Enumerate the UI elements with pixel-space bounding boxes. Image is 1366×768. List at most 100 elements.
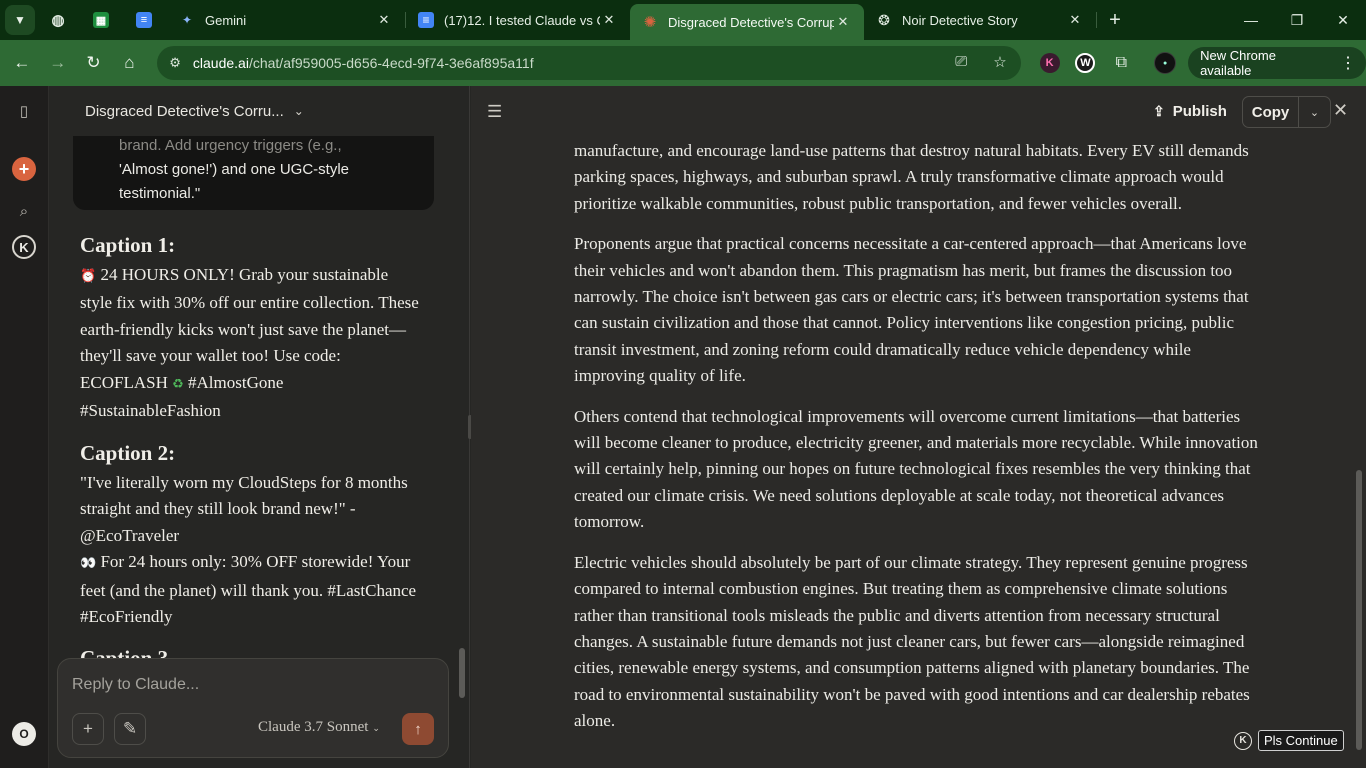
k-extension-icon: K bbox=[1039, 53, 1060, 73]
forward-button[interactable]: → bbox=[40, 45, 76, 81]
chat-scrollbar[interactable] bbox=[459, 648, 465, 698]
globe-icon: ◍ bbox=[51, 12, 65, 29]
copy-options-button[interactable]: ⌄ bbox=[1299, 97, 1330, 127]
caption-2-body: 👀 For 24 hours only: 30% OFF storewide! … bbox=[80, 549, 420, 630]
artifact-article: manufacture, and encourage land-use patt… bbox=[574, 138, 1259, 749]
publish-button[interactable]: ⇪ Publish bbox=[1153, 100, 1227, 122]
tab-noir-story[interactable]: ❂ Noir Detective Story ✕ bbox=[864, 0, 1096, 40]
tab-title: Gemini bbox=[205, 12, 247, 28]
close-icon: ✕ bbox=[1333, 100, 1349, 120]
user-avatar[interactable]: O bbox=[12, 722, 36, 746]
chevron-down-icon: ⌄ bbox=[293, 104, 304, 118]
close-icon[interactable]: ✕ bbox=[1066, 12, 1084, 28]
sheets-icon: ▦ bbox=[93, 12, 109, 28]
new-chat-button[interactable]: + bbox=[12, 157, 36, 181]
close-icon[interactable]: ✕ bbox=[834, 14, 852, 30]
artifact-panel: ☰ ⇪ Publish Copy ⌄ ✕ manufacture, and en… bbox=[471, 86, 1366, 768]
caption-2-heading: Caption 2: bbox=[80, 441, 176, 465]
extension-k[interactable]: K bbox=[1035, 48, 1065, 78]
publish-label: Publish bbox=[1172, 102, 1227, 120]
copy-button-group: Copy ⌄ bbox=[1242, 96, 1331, 128]
tab-claude-active[interactable]: ✺ Disgraced Detective's Corrupt C ✕ bbox=[630, 4, 864, 40]
arrow-left-icon: ← bbox=[13, 53, 31, 72]
extensions-button[interactable]: ⧉ bbox=[1106, 48, 1136, 78]
plus-icon: + bbox=[1109, 8, 1121, 31]
new-chrome-label: New Chrome available bbox=[1200, 48, 1276, 78]
model-selector[interactable]: Claude 3.7 Sonnet ⌄ bbox=[258, 719, 380, 736]
close-icon: ✕ bbox=[1337, 11, 1349, 28]
w-extension-icon: W bbox=[1075, 53, 1096, 73]
caption-1: Caption 1: ⏰ 24 HOURS ONLY! Grab your su… bbox=[80, 232, 420, 424]
article-paragraph: Proponents argue that practical concerns… bbox=[574, 234, 1249, 386]
attach-button[interactable]: + bbox=[72, 713, 104, 745]
site-info-icon[interactable]: ⚙ bbox=[169, 55, 181, 71]
caption-2-quote: "I've literally worn my CloudSteps for 8… bbox=[80, 473, 408, 545]
pinned-tab-sheets[interactable]: ▦ bbox=[81, 0, 121, 40]
new-chrome-available-button[interactable]: New Chrome available ⋮ bbox=[1188, 47, 1366, 79]
profile-avatar-icon: ● bbox=[1154, 52, 1177, 74]
recycle-icon: ♻ bbox=[172, 376, 184, 392]
extension-w[interactable]: W bbox=[1071, 48, 1101, 78]
kebab-menu-icon[interactable]: ⋮ bbox=[1340, 53, 1356, 73]
arrow-right-icon: → bbox=[49, 53, 67, 72]
caption-1-body: ⏰ 24 HOURS ONLY! Grab your sustainable s… bbox=[80, 262, 420, 424]
minimize-button[interactable]: — bbox=[1228, 0, 1274, 40]
reload-button[interactable]: ↻ bbox=[76, 45, 112, 81]
chevron-down-icon: ⌄ bbox=[1309, 106, 1320, 119]
home-icon: ⌂ bbox=[124, 53, 135, 72]
puzzle-icon: ⧉ bbox=[1115, 54, 1128, 71]
close-artifact-button[interactable]: ✕ bbox=[1333, 100, 1348, 121]
reply-input[interactable] bbox=[72, 673, 372, 697]
tab-gemini[interactable]: ✦ Gemini ✕ bbox=[167, 0, 405, 40]
copy-label: Copy bbox=[1251, 103, 1290, 121]
close-window-button[interactable]: ✕ bbox=[1320, 0, 1366, 40]
openai-icon: ❂ bbox=[878, 11, 890, 28]
restore-icon: ❐ bbox=[1290, 11, 1304, 28]
arrow-up-icon: ↑ bbox=[414, 720, 422, 738]
back-button[interactable]: ← bbox=[4, 45, 40, 81]
pinned-tab-docs[interactable]: ≡ bbox=[121, 0, 167, 40]
minimize-icon: — bbox=[1244, 12, 1258, 28]
browser-toolbar: ← → ↻ ⌂ ⚙ claude.ai/chat/af959005-d656-4… bbox=[0, 40, 1366, 86]
sidebar-toggle-icon[interactable]: ▯ bbox=[12, 99, 36, 123]
reply-composer: + ✎ Claude 3.7 Sonnet⌄ ↑ bbox=[57, 658, 449, 758]
eyes-icon: 👀 bbox=[80, 556, 97, 572]
gemini-icon: ✦ bbox=[181, 13, 193, 27]
tab-title: Noir Detective Story bbox=[902, 12, 1018, 28]
chevron-down-icon: ▼ bbox=[14, 13, 26, 27]
feather-icon: ✎ bbox=[122, 719, 138, 738]
chat-title-button[interactable]: Disgraced Detective's Corru... ⌄ bbox=[49, 86, 469, 136]
browser-tab-strip: ▼ ◍ ▦ ≡ ✦ Gemini ✕ ≡ (17)12. I tested Cl… bbox=[0, 0, 1366, 40]
article-paragraph: Electric vehicles should absolutely be p… bbox=[574, 552, 1250, 731]
restore-button[interactable]: ❐ bbox=[1274, 0, 1320, 40]
user-message-faded-line: brand. Add urgency triggers (e.g., bbox=[119, 137, 342, 154]
bookmark-star-icon[interactable]: ☆ bbox=[993, 53, 1006, 71]
plus-icon: + bbox=[83, 719, 93, 738]
artifact-scrollbar[interactable] bbox=[1356, 470, 1362, 750]
tab-doc-article[interactable]: ≡ (17)12. I tested Claude vs ChatG ✕ bbox=[406, 0, 630, 40]
table-of-contents-icon[interactable]: ☰ bbox=[487, 102, 502, 122]
tab-search-button[interactable]: ▼ bbox=[5, 5, 35, 35]
user-message-text: 'Almost gone!') and one UGC-style testim… bbox=[119, 161, 349, 202]
pls-continue-button[interactable]: Pls Continue bbox=[1258, 730, 1344, 751]
caption-1-heading: Caption 1: bbox=[80, 233, 176, 257]
profile-button[interactable]: ● bbox=[1150, 48, 1180, 78]
install-app-icon[interactable]: ⎚ bbox=[955, 53, 967, 70]
url-path: /chat/af959005-d656-4ecd-9f74-3e6af895a1… bbox=[248, 55, 534, 71]
tools-button[interactable]: ✎ bbox=[114, 713, 146, 745]
chat-title: Disgraced Detective's Corru... bbox=[85, 102, 284, 120]
caption-2-text: For 24 hours only: 30% OFF storewide! Yo… bbox=[80, 552, 417, 627]
home-button[interactable]: ⌂ bbox=[111, 45, 147, 81]
alarm-clock-icon: ⏰ bbox=[80, 269, 97, 284]
k-project-icon[interactable]: K bbox=[12, 235, 36, 259]
search-chats-icon[interactable]: ⌕ bbox=[12, 199, 36, 223]
new-tab-button[interactable]: + bbox=[1097, 0, 1133, 40]
copy-button[interactable]: Copy bbox=[1243, 97, 1299, 127]
address-bar[interactable]: ⚙ claude.ai/chat/af959005-d656-4ecd-9f74… bbox=[157, 46, 1021, 80]
pinned-tab-globe[interactable]: ◍ bbox=[35, 0, 81, 40]
model-name: Claude 3.7 Sonnet bbox=[258, 719, 369, 735]
continue-overlay: K Pls Continue bbox=[1234, 730, 1344, 751]
close-icon[interactable]: ✕ bbox=[600, 12, 618, 28]
close-icon[interactable]: ✕ bbox=[375, 12, 393, 28]
send-button[interactable]: ↑ bbox=[402, 713, 434, 745]
